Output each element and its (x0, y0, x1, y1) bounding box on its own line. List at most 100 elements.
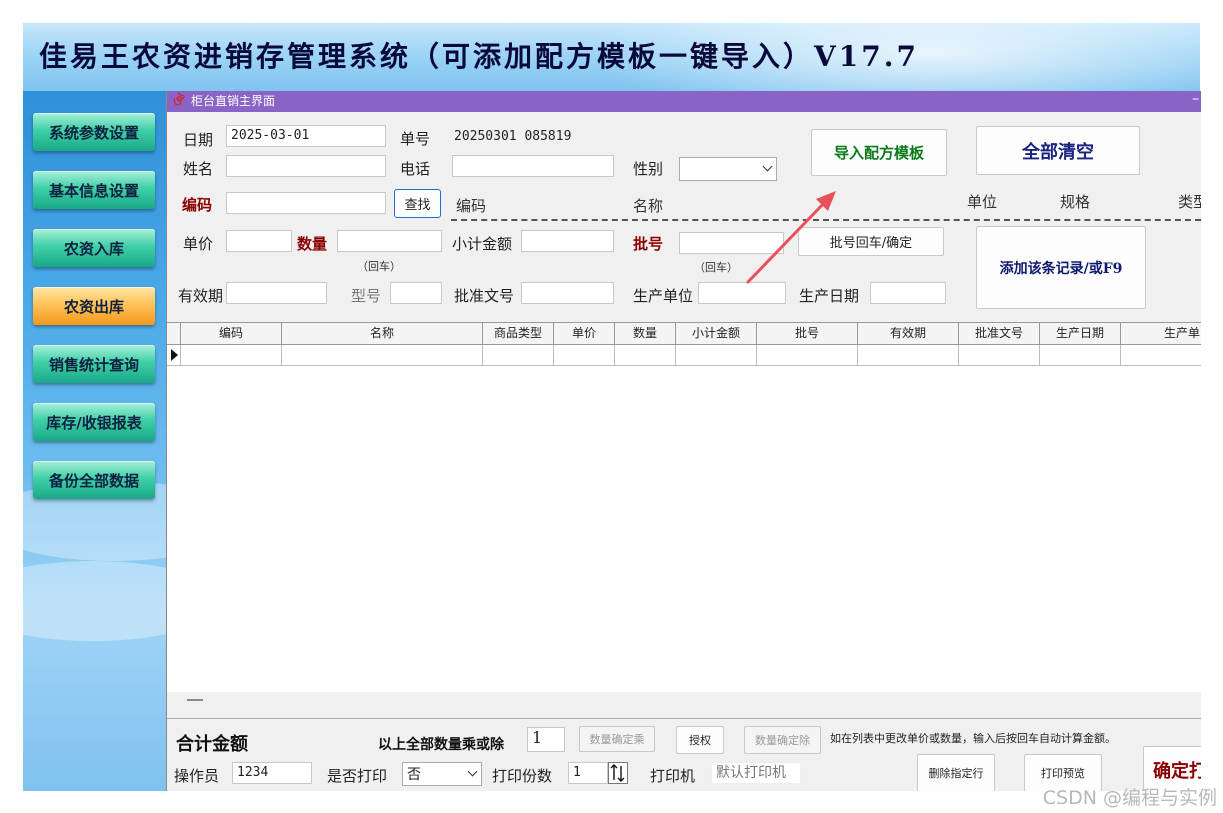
column-header-mfg-date[interactable]: 生产日期 (1040, 323, 1121, 344)
print-option-select[interactable]: 否 (402, 762, 482, 786)
batch-confirm-button[interactable]: 批号回车/确定 (798, 227, 944, 256)
header-name: 名称 (633, 197, 664, 215)
mfg-date-field[interactable] (870, 282, 946, 304)
app-banner: 佳易王农资进销存管理系统（可添加配方模板一键导入）V17.7 (23, 23, 1200, 91)
date-field[interactable]: 2025-03-01 (226, 125, 386, 147)
date-label: 日期 (183, 131, 214, 149)
code-field[interactable] (226, 192, 386, 214)
quantity-label: 数量 (297, 235, 328, 253)
chevron-down-icon (467, 766, 478, 777)
batch-label: 批号 (633, 235, 664, 253)
add-record-button[interactable]: 添加该条记录/或F9 (976, 226, 1146, 309)
price-field[interactable] (226, 230, 292, 252)
authorize-button[interactable]: 授权 (676, 726, 724, 754)
gender-label: 性别 (633, 160, 664, 178)
table-cell[interactable] (757, 345, 858, 365)
approval-number-field[interactable] (521, 282, 614, 304)
table-cell[interactable] (181, 345, 282, 365)
header-divider (451, 219, 1201, 221)
watermark: CSDN @编程与实例 (1042, 787, 1217, 809)
table-cell[interactable] (1040, 345, 1121, 365)
table-cell[interactable] (554, 345, 615, 365)
sidebar-item-basic-info[interactable]: 基本信息设置 (33, 171, 155, 209)
sidebar-item-backup[interactable]: 备份全部数据 (33, 461, 155, 499)
phone-label: 电话 (400, 160, 431, 178)
copies-spinner[interactable] (608, 762, 628, 784)
quantity-field[interactable] (337, 230, 442, 252)
app-title: 佳易王农资进销存管理系统（可添加配方模板一键导入）V17.7 (39, 40, 919, 73)
amount-tip: 如在列表中更改单价或数量，输入后按回车自动计算金额。 (830, 732, 1116, 745)
batch-hint: （回车） (694, 261, 738, 274)
find-button[interactable]: 查找 (394, 189, 441, 218)
qty-multiply-button[interactable]: 数量确定乘 (579, 726, 655, 752)
window-title: 柜台直销主界面 (191, 94, 276, 108)
column-header-expiry[interactable]: 有效期 (858, 323, 959, 344)
table-cell[interactable] (959, 345, 1040, 365)
table-row[interactable] (167, 345, 1201, 366)
sidebar-item-system-settings[interactable]: 系统参数设置 (33, 113, 155, 151)
column-header-subtotal[interactable]: 小计金额 (676, 323, 757, 344)
order-number-label: 单号 (400, 130, 431, 148)
clear-all-button[interactable]: 全部清空 (976, 126, 1140, 175)
expiry-field[interactable] (226, 282, 327, 304)
header-spec: 规格 (1060, 193, 1091, 211)
app-logo-icon: ঔ (172, 94, 183, 109)
chevron-down-icon (762, 161, 773, 172)
column-header-manufacturer[interactable]: 生产单 (1121, 323, 1201, 344)
header-code: 编码 (456, 197, 487, 215)
minimize-button[interactable]: – (1192, 91, 1199, 110)
column-header-price[interactable]: 单价 (554, 323, 615, 344)
sidebar-item-stock-out[interactable]: 农资出库 (33, 287, 155, 325)
table-cell[interactable] (483, 345, 554, 365)
delete-row-button[interactable]: 删除指定行 (917, 754, 995, 791)
column-header-batch[interactable]: 批号 (757, 323, 858, 344)
qty-divide-button[interactable]: 数量确定除 (744, 726, 821, 754)
print-option-value: 否 (407, 767, 421, 783)
row-selector[interactable] (167, 345, 181, 365)
mfg-date-label: 生产日期 (799, 287, 860, 305)
customer-name-field[interactable] (226, 155, 386, 177)
subtotal-field[interactable] (521, 230, 614, 252)
table-cell[interactable] (615, 345, 676, 365)
expiry-label: 有效期 (178, 287, 224, 305)
manufacturer-field[interactable] (698, 282, 786, 304)
column-header-approval[interactable]: 批准文号 (959, 323, 1040, 344)
table-cell[interactable] (676, 345, 757, 365)
sales-table[interactable]: 编码 名称 商品类型 单价 数量 小计金额 批号 有效期 批准文号 生产日期 生… (167, 322, 1201, 693)
batch-field[interactable] (679, 232, 784, 254)
header-type: 类型 (1178, 193, 1201, 211)
approval-number-label: 批准文号 (454, 287, 515, 305)
order-number-value: 20250301 085819 (454, 129, 572, 144)
header-unit: 单位 (967, 193, 998, 211)
scrollbar-thumb[interactable] (187, 699, 203, 701)
sidebar-wave (23, 561, 166, 641)
horizontal-scrollbar[interactable] (167, 692, 1201, 708)
sales-window: ঔ 柜台直销主界面 – 日期 2025-03-01 单号 20250301 08… (166, 91, 1201, 791)
copies-field[interactable]: 1 (568, 762, 608, 784)
sidebar-item-inventory-report[interactable]: 库存/收银报表 (33, 403, 155, 441)
column-header-name[interactable]: 名称 (282, 323, 483, 344)
table-cell[interactable] (1121, 345, 1201, 365)
manufacturer-label: 生产单位 (633, 287, 694, 305)
table-cell[interactable] (282, 345, 483, 365)
sidebar: 系统参数设置 基本信息设置 农资入库 农资出库 销售统计查询 库存/收银报表 备… (23, 91, 166, 791)
multiply-label: 以上全部数量乘或除 (378, 737, 504, 753)
code-label: 编码 (182, 196, 213, 214)
import-template-button[interactable]: 导入配方模板 (811, 129, 947, 176)
sidebar-item-stock-in[interactable]: 农资入库 (33, 229, 155, 267)
table-cell[interactable] (858, 345, 959, 365)
multiply-field[interactable]: 1 (527, 727, 565, 752)
gender-select[interactable] (679, 157, 777, 181)
operator-field[interactable]: 1234 (232, 762, 312, 784)
column-header-type[interactable]: 商品类型 (483, 323, 554, 344)
printer-field[interactable]: 默认打印机 (711, 762, 801, 784)
subtotal-label: 小计金额 (452, 235, 513, 253)
column-header-quantity[interactable]: 数量 (615, 323, 676, 344)
phone-field[interactable] (452, 155, 614, 177)
model-field[interactable] (390, 282, 442, 304)
column-header-code[interactable]: 编码 (181, 323, 282, 344)
name-label: 姓名 (183, 160, 214, 178)
current-row-icon (171, 349, 178, 361)
sidebar-item-sales-stats[interactable]: 销售统计查询 (33, 345, 155, 383)
model-label: 型号 (351, 287, 382, 305)
